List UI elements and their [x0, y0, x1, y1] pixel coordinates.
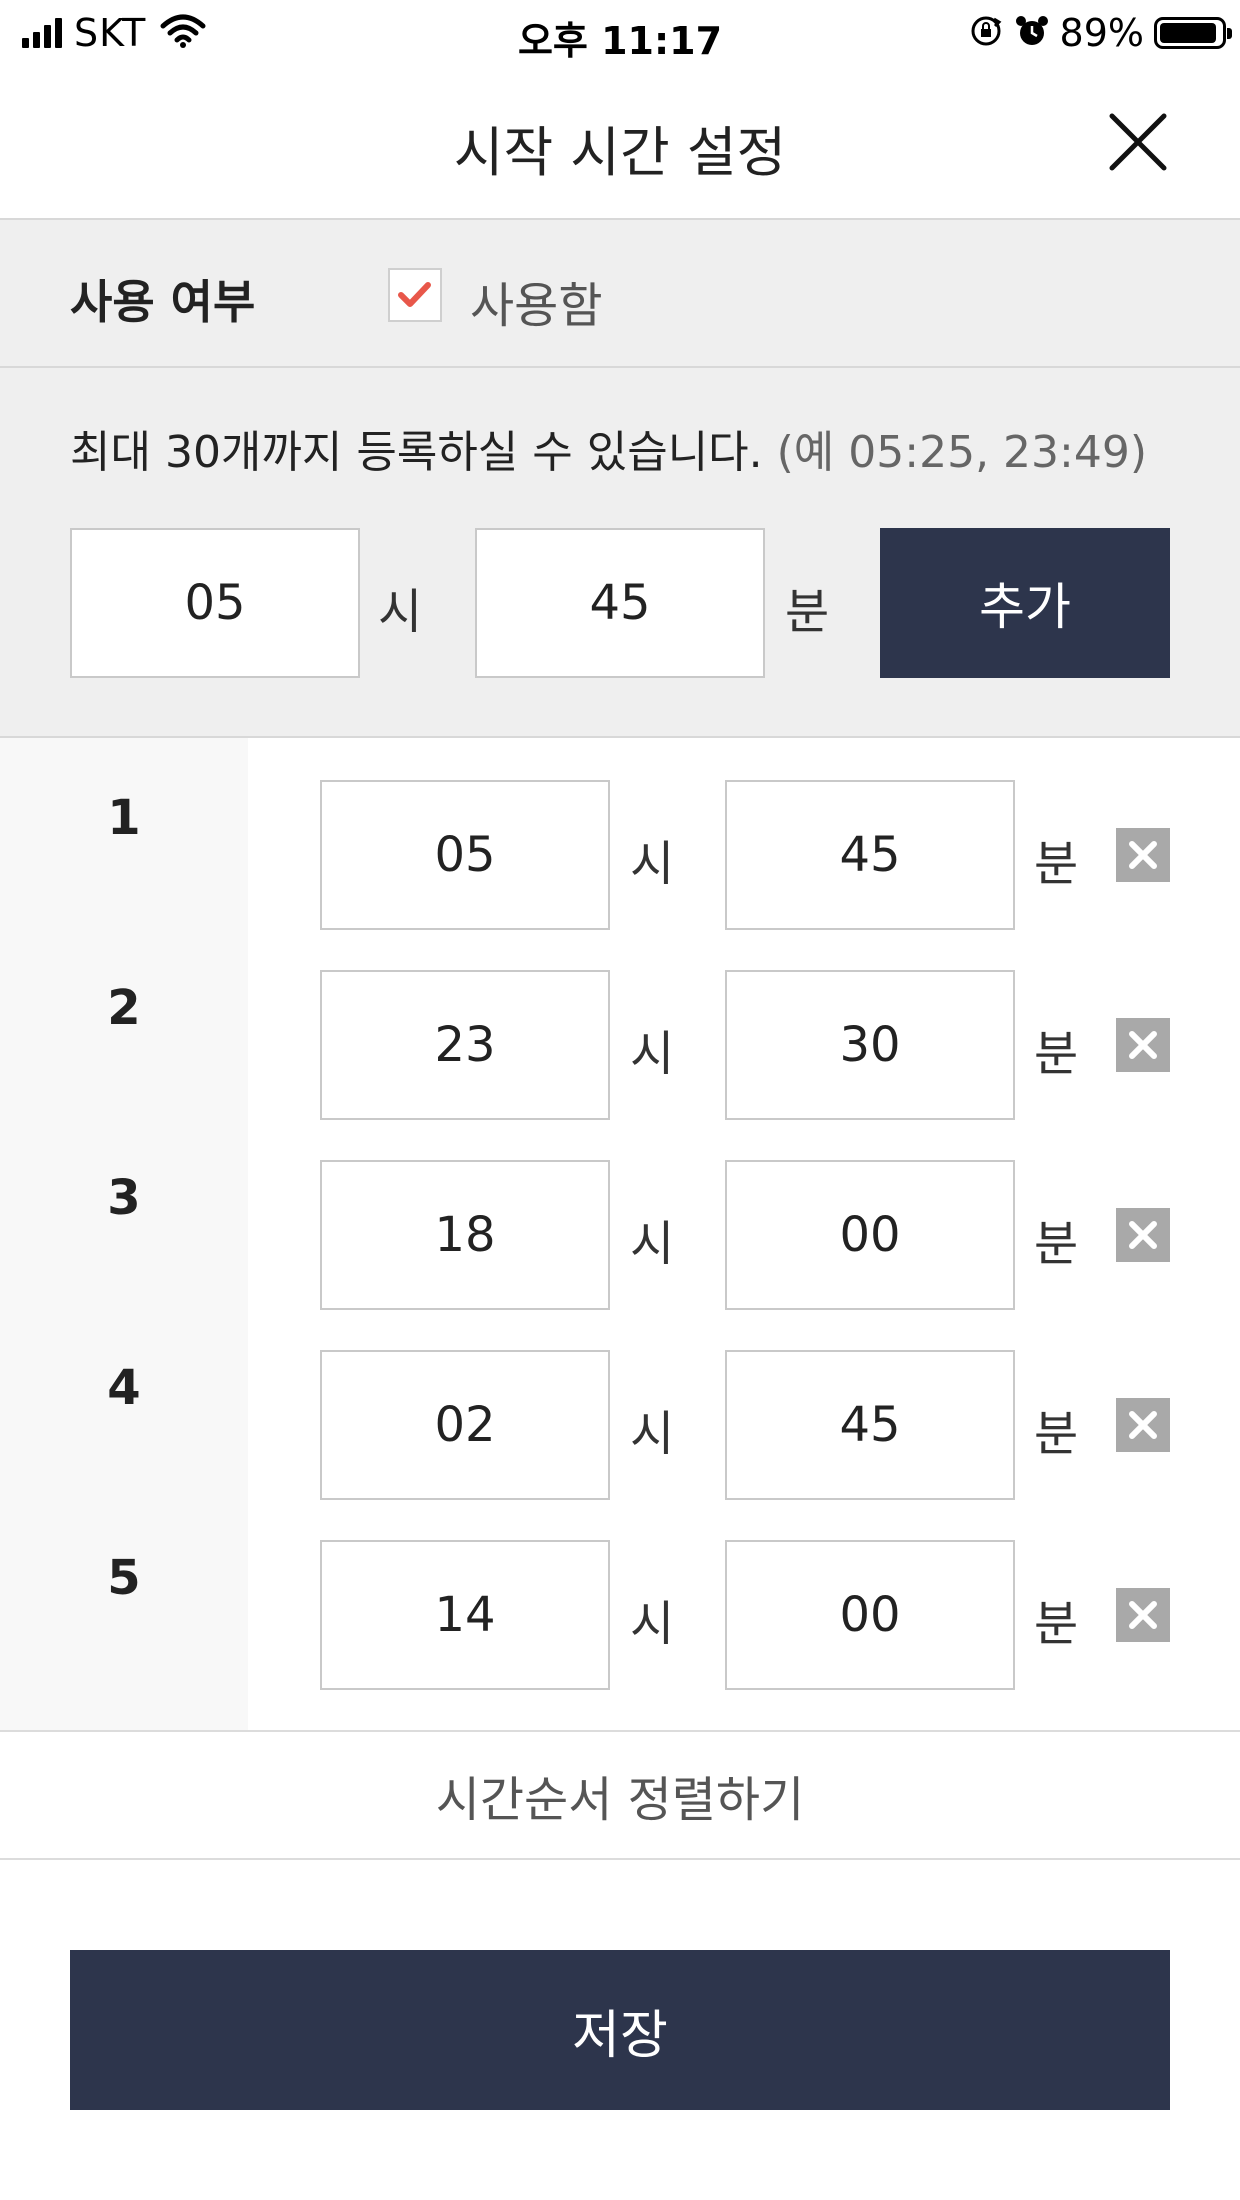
add-hint: 최대 30개까지 등록하실 수 있습니다. (예 05:25, 23:49) [70, 416, 1147, 480]
delete-icon [1116, 1588, 1170, 1642]
row-index: 3 [0, 1170, 248, 1226]
status-bar: SKT 오후 11:17 [0, 0, 1240, 66]
hour-input[interactable]: 02 [320, 1350, 610, 1500]
hour-unit: 시 [630, 824, 674, 894]
delete-icon [1116, 1208, 1170, 1262]
time-row: 4 02 시 45 분 [0, 1308, 1240, 1498]
add-minute-input[interactable]: 45 [475, 528, 765, 678]
minute-unit: 분 [1034, 1394, 1078, 1464]
delete-icon [1116, 828, 1170, 882]
delete-icon [1116, 1018, 1170, 1072]
hour-input[interactable]: 23 [320, 970, 610, 1120]
add-button[interactable]: 추가 [880, 528, 1170, 678]
status-right: 89% [968, 10, 1226, 56]
battery-percent: 89% [1060, 11, 1144, 55]
minute-input[interactable]: 00 [725, 1540, 1015, 1690]
minute-input[interactable]: 00 [725, 1160, 1015, 1310]
hour-input[interactable]: 14 [320, 1540, 610, 1690]
minute-input[interactable]: 45 [725, 1350, 1015, 1500]
delete-button[interactable] [1116, 1398, 1170, 1452]
row-index: 5 [0, 1550, 248, 1606]
hour-unit: 시 [630, 1584, 674, 1654]
battery-icon [1154, 17, 1226, 49]
delete-button[interactable] [1116, 1018, 1170, 1072]
page-title: 시작 시간 설정 [0, 108, 1240, 187]
save-button[interactable]: 저장 [70, 1950, 1170, 2110]
checkmark-icon [390, 270, 440, 320]
use-setting-section: 사용 여부 사용함 [0, 218, 1240, 368]
time-row: 3 18 시 00 분 [0, 1118, 1240, 1308]
hour-input[interactable]: 05 [320, 780, 610, 930]
minute-unit: 분 [1034, 824, 1078, 894]
time-row: 5 14 시 00 분 [0, 1498, 1240, 1688]
hour-unit: 시 [630, 1204, 674, 1274]
sort-by-time-button[interactable]: 시간순서 정렬하기 [0, 1730, 1240, 1860]
add-minute-unit: 분 [785, 572, 829, 642]
use-checkbox[interactable] [388, 268, 442, 322]
time-row: 2 23 시 30 분 [0, 928, 1240, 1118]
delete-icon [1116, 1398, 1170, 1452]
hint-text: 최대 30개까지 등록하실 수 있습니다. [70, 427, 763, 478]
hint-example: (예 05:25, 23:49) [777, 427, 1147, 478]
header: 시작 시간 설정 [0, 70, 1240, 218]
delete-button[interactable] [1116, 828, 1170, 882]
use-setting-label: 사용 여부 [70, 266, 255, 332]
time-list: 1 05 시 45 분 2 23 시 30 분 3 18 시 00 분 4 02… [0, 738, 1240, 1730]
hour-unit: 시 [630, 1014, 674, 1084]
add-hour-unit: 시 [378, 572, 422, 642]
hour-unit: 시 [630, 1394, 674, 1464]
minute-unit: 분 [1034, 1204, 1078, 1274]
row-index: 2 [0, 980, 248, 1036]
rotation-lock-icon [968, 13, 1004, 53]
minute-unit: 분 [1034, 1014, 1078, 1084]
close-icon [1106, 110, 1170, 174]
add-time-section: 최대 30개까지 등록하실 수 있습니다. (예 05:25, 23:49) 0… [0, 368, 1240, 738]
delete-button[interactable] [1116, 1208, 1170, 1262]
delete-button[interactable] [1116, 1588, 1170, 1642]
minute-unit: 분 [1034, 1584, 1078, 1654]
hour-input[interactable]: 18 [320, 1160, 610, 1310]
use-checkbox-label[interactable]: 사용함 [470, 266, 602, 336]
row-index: 1 [0, 790, 248, 846]
row-index: 4 [0, 1360, 248, 1416]
add-hour-input[interactable]: 05 [70, 528, 360, 678]
alarm-icon [1014, 13, 1050, 53]
minute-input[interactable]: 30 [725, 970, 1015, 1120]
minute-input[interactable]: 45 [725, 780, 1015, 930]
time-row: 1 05 시 45 분 [0, 738, 1240, 928]
close-button[interactable] [1106, 110, 1170, 174]
